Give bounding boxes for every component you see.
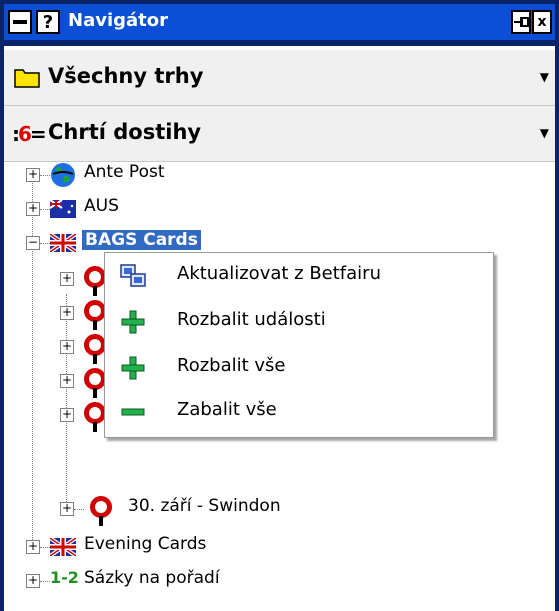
pin-icon[interactable] [511,10,531,34]
uk-flag-icon [50,234,76,252]
forecast-icon: 1-2 [50,568,79,587]
menu-item-label: Zabalit vše [177,399,277,420]
greyhound-icon: :6= [12,122,47,146]
tree-item-label: Evening Cards [84,534,207,554]
tree-line [40,209,50,210]
tree-item-label: AUS [84,196,119,216]
chevron-down-icon[interactable]: ▼ [540,70,549,84]
expand-toggle[interactable]: + [26,202,40,216]
expand-toggle[interactable]: + [26,540,40,554]
title-bar[interactable]: ? Navigátor x [4,4,555,40]
refresh-icon [120,264,146,287]
market-filter-combo[interactable]: Všechny trhy ▼ [4,50,555,106]
venue-pin-stem [93,422,97,432]
venue-pin-icon [84,300,106,322]
context-menu: Aktualizovat z Betfairu Rozbalit událost… [104,252,494,438]
menu-item-expand-events[interactable]: Rozbalit události [105,299,493,343]
tree-line [40,547,50,548]
tree-item-evening-cards[interactable]: + Evening Cards [4,530,555,562]
tree-line [40,581,50,582]
expand-toggle[interactable]: + [60,340,74,354]
venue-pin-stem [93,286,97,296]
uk-flag-icon [50,538,76,556]
venue-pin-icon [90,496,112,518]
chevron-down-icon[interactable]: ▼ [540,126,549,140]
venue-pin-stem [93,354,97,364]
expand-toggle[interactable]: + [60,408,74,422]
menu-item-expand-all[interactable]: Rozbalit vše [105,345,493,389]
market-filter-label: Všechny trhy [48,64,204,88]
expand-toggle[interactable]: + [60,306,74,320]
tree-line [40,243,50,244]
venue-pin-icon [84,402,106,424]
venue-pin-stem [99,516,103,526]
globe-icon [51,163,75,187]
sport-label: Chrtí dostihy [48,120,202,144]
expand-toggle[interactable]: + [60,272,74,286]
window-title: Navigátor [68,10,168,31]
tree-item-label: BAGS Cards [82,230,201,250]
tree-item-ante-post[interactable]: + Ante Post [4,158,555,190]
collapse-all-icon [121,408,145,416]
venue-pin-icon [84,334,106,356]
menu-item-label: Rozbalit vše [177,355,286,376]
tree-item-swindon[interactable]: + 30. září - Swindon [4,492,555,526]
venue-pin-icon [84,266,106,288]
expand-toggle[interactable]: + [26,168,40,182]
tree-item-label: Ante Post [84,162,165,182]
tree-item-forecast[interactable]: + 1-2 Sázky na pořadí [4,564,555,596]
tree-line [74,509,84,510]
expand-events-icon [121,310,145,334]
tree-item-aus[interactable]: + AUS [4,192,555,224]
menu-item-refresh[interactable]: Aktualizovat z Betfairu [105,253,493,297]
venue-pin-stem [93,388,97,398]
australia-flag-icon [50,200,76,218]
menu-item-collapse-all[interactable]: Zabalit vše [105,389,493,433]
close-icon[interactable]: x [532,10,552,34]
tree-line [40,175,50,176]
expand-toggle[interactable]: + [60,374,74,388]
navigator-window: ? Navigátor x Všechny trhy ▼ :6= Chrtí d… [0,0,559,611]
folder-icon [14,69,40,88]
venue-pin-icon [84,368,106,390]
sport-combo[interactable]: :6= Chrtí dostihy ▼ [4,106,555,162]
help-icon[interactable]: ? [36,10,60,34]
expand-toggle[interactable]: + [26,574,40,588]
menu-item-label: Aktualizovat z Betfairu [177,263,381,284]
collapse-toggle[interactable]: − [26,236,40,250]
expand-all-icon [121,356,145,380]
menu-item-label: Rozbalit události [177,309,326,330]
venue-pin-stem [93,320,97,330]
window-menu-icon[interactable] [8,10,32,34]
expand-toggle[interactable]: + [60,502,74,516]
tree-item-label: Sázky na pořadí [84,568,220,588]
tree-item-label: 30. září - Swindon [128,496,281,516]
